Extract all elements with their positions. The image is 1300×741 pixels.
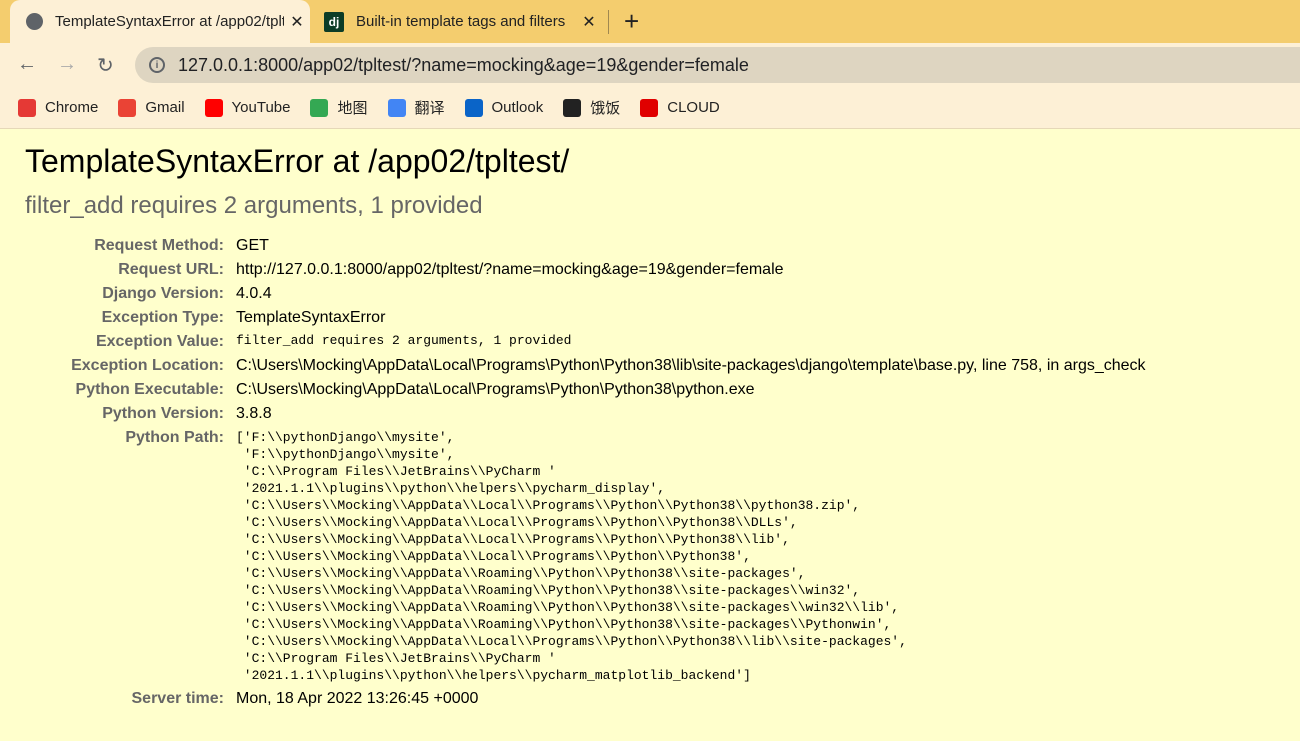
python-path-entry: 'C:\\Users\\Mocking\\AppData\\Local\\Pro… <box>236 549 751 564</box>
row-value: C:\Users\Mocking\AppData\Local\Programs\… <box>236 381 755 398</box>
error-page: TemplateSyntaxError at /app02/tpltest/ f… <box>0 129 1300 725</box>
detail-row: Django Version: 4.0.4 <box>25 282 1146 306</box>
bookmark-item[interactable]: Chrome <box>18 98 99 117</box>
python-path-entry: 'C:\\Users\\Mocking\\AppData\\Roaming\\P… <box>236 600 900 615</box>
detail-row: Exception Type: TemplateSyntaxError <box>25 306 1146 330</box>
bookmark-icon <box>387 98 406 117</box>
row-label: Python Path: <box>125 429 224 446</box>
python-path-entry: 'C:\\Program Files\\JetBrains\\PyCharm ' <box>236 464 556 479</box>
bookmark-label: YouTube <box>231 99 291 116</box>
error-summary: filter_add requires 2 arguments, 1 provi… <box>25 192 483 219</box>
row-value: http://127.0.0.1:8000/app02/tpltest/?nam… <box>236 261 784 278</box>
row-label: Exception Value: <box>95 333 224 350</box>
detail-row: Exception Location: C:\Users\Mocking\AppD… <box>25 354 1146 378</box>
info-icon[interactable]: i <box>149 57 165 73</box>
reload-icon[interactable]: ↻ <box>97 53 114 78</box>
python-path-entry: 'C:\\Users\\Mocking\\AppData\\Roaming\\P… <box>236 583 861 598</box>
row-value: C:\Users\Mocking\AppData\Local\Programs\… <box>236 357 1146 374</box>
python-path-entry: '2021.1.1\\plugins\\python\\helpers\\pyc… <box>236 481 666 496</box>
error-details-table: Request Method: GET Request URL: http://127… <box>25 234 1146 711</box>
bookmark-label: 翻译 <box>414 100 445 117</box>
forward-icon[interactable]: → <box>57 53 77 76</box>
bookmark-label: 饿饭 <box>590 100 621 117</box>
url-text: 127.0.0.1:8000/app02/tpltest/?name=mocki… <box>178 54 749 75</box>
python-path-entry: 'C:\\Users\\Mocking\\AppData\\Roaming\\P… <box>236 566 806 581</box>
bookmark-item[interactable]: Gmail <box>118 98 185 117</box>
python-path-row: Python Path: ['F:\\pythonDjango\\mysite'… <box>25 426 1146 687</box>
python-path-entry: 'C:\\Users\\Mocking\\AppData\\Local\\Pro… <box>236 532 790 547</box>
python-path-entry: '2021.1.1\\plugins\\python\\helpers\\pyc… <box>236 668 751 683</box>
row-label: Request URL: <box>118 261 224 278</box>
tab-error-page[interactable]: TemplateSyntaxError at /app02/tpltest/ ✕ <box>10 0 310 43</box>
bookmark-label: Outlook <box>491 99 544 116</box>
detail-row: Request URL: http://127.0.0.1:8000/app02/… <box>25 258 1146 282</box>
tab-title: Built-in template tags and filters <box>356 13 566 30</box>
bookmark-item[interactable]: CLOUD <box>640 98 720 117</box>
python-path-entry: 'C:\\Users\\Mocking\\AppData\\Local\\Pro… <box>236 498 861 513</box>
row-value: 4.0.4 <box>236 285 272 302</box>
python-path-value: ['F:\\pythonDjango\\mysite', 'F:\\python… <box>236 426 1146 687</box>
row-value: GET <box>236 237 269 254</box>
bookmark-icon <box>18 98 36 117</box>
globe-icon <box>26 13 43 30</box>
bookmark-icon <box>640 98 659 117</box>
detail-row: Python Executable: C:\Users\Mocking\AppDa… <box>25 378 1146 402</box>
bookmark-icon <box>204 98 223 117</box>
bookmark-label: 地图 <box>337 100 368 117</box>
bookmark-label: Chrome <box>45 99 99 116</box>
bookmark-item[interactable]: 饿饭 <box>563 97 620 118</box>
python-path-entry: 'F:\\pythonDjango\\mysite', <box>236 447 455 462</box>
tab-bar: TemplateSyntaxError at /app02/tpltest/ ✕… <box>0 0 1300 43</box>
row-label: Exception Location: <box>71 357 224 374</box>
bookmark-label: Gmail <box>145 99 185 116</box>
row-value: 3.8.8 <box>236 405 272 422</box>
tab-title: TemplateSyntaxError at /app02/tpltest/ <box>55 13 284 30</box>
bookmark-icon <box>310 98 329 117</box>
row-value: filter_add requires 2 arguments, 1 provi… <box>236 333 572 348</box>
bookmark-item[interactable]: 翻译 <box>387 97 445 118</box>
python-path-entry: ['F:\\pythonDjango\\mysite', <box>236 430 455 445</box>
browser-toolbar: ← → ↻ i 127.0.0.1:8000/app02/tpltest/?na… <box>0 43 1300 87</box>
python-path-entry: 'C:\\Users\\Mocking\\AppData\\Roaming\\P… <box>236 617 892 632</box>
tab-django-docs[interactable]: dj Built-in template tags and filters ✕ <box>322 0 602 43</box>
address-bar[interactable]: i 127.0.0.1:8000/app02/tpltest/?name=moc… <box>135 47 1300 83</box>
row-label: Exception Type: <box>101 309 224 326</box>
close-tab-icon[interactable]: ✕ <box>576 12 602 32</box>
detail-row: Request Method: GET <box>25 234 1146 258</box>
row-label: Python Version: <box>102 405 224 422</box>
bookmark-item[interactable]: YouTube <box>204 98 291 117</box>
server-time-row: Server time: Mon, 18 Apr 2022 13:26:45 +… <box>25 687 1146 711</box>
python-path-entry: 'C:\\Users\\Mocking\\AppData\\Local\\Pro… <box>236 634 907 649</box>
django-icon: dj <box>324 11 344 32</box>
bookmarks-bar: Chrome Gmail YouTube 地图 翻译 Outlook 饿饭 CLOUD <box>0 87 1300 129</box>
row-label: Request Method: <box>94 237 224 254</box>
page-title: TemplateSyntaxError at /app02/tpltest/ <box>25 143 570 179</box>
row-label: Python Executable: <box>75 381 224 398</box>
bookmark-icon <box>118 98 137 117</box>
bookmark-label: CLOUD <box>667 99 720 116</box>
python-path-entry: 'C:\\Program Files\\JetBrains\\PyCharm ' <box>236 651 556 666</box>
detail-row: Python Version: 3.8.8 <box>25 402 1146 426</box>
row-label: Django Version: <box>102 285 224 302</box>
detail-row: Exception Value: filter_add requires 2 ar… <box>25 330 1146 354</box>
row-value: Mon, 18 Apr 2022 13:26:45 +0000 <box>236 690 479 707</box>
close-tab-icon[interactable]: ✕ <box>284 12 310 32</box>
row-label: Server time: <box>131 690 225 707</box>
new-tab-button[interactable]: + <box>624 6 639 37</box>
tab-divider <box>608 10 609 34</box>
bookmark-item[interactable]: 地图 <box>310 97 368 118</box>
bookmark-icon <box>464 98 483 117</box>
bookmark-item[interactable]: Outlook <box>464 98 544 117</box>
back-icon[interactable]: ← <box>17 53 37 76</box>
bookmark-icon <box>563 98 582 117</box>
row-value: TemplateSyntaxError <box>236 309 386 326</box>
python-path-entry: 'C:\\Users\\Mocking\\AppData\\Local\\Pro… <box>236 515 798 530</box>
